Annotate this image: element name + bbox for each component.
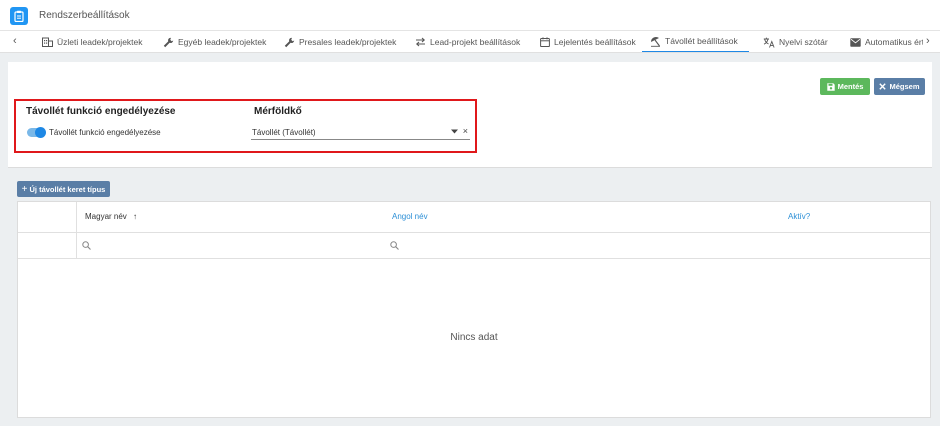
tab-label: Lejelentés beállítások xyxy=(554,37,636,47)
building-icon xyxy=(42,37,53,47)
tab-label: Automatikus ért xyxy=(865,37,923,47)
search-icon[interactable] xyxy=(82,241,91,250)
translate-icon xyxy=(763,37,775,48)
tab-uzleti-leadek[interactable]: Üzleti leadek/projektek xyxy=(34,31,151,52)
tab-lead-projekt-beallitasok[interactable]: Lead-projekt beállítások xyxy=(407,31,528,52)
clear-icon[interactable]: × xyxy=(463,126,468,136)
tab-scroll-left-icon[interactable]: ‹ xyxy=(13,35,17,47)
column-header-angol-nev[interactable]: Angol név xyxy=(392,212,428,221)
column-label: Magyar név xyxy=(85,212,127,221)
top-bar: Rendszerbeállítások xyxy=(0,0,940,31)
tab-list: Üzleti leadek/projektek Egyéb leadek/pro… xyxy=(30,31,923,52)
swap-icon xyxy=(415,37,426,47)
clipboard-icon xyxy=(10,7,28,25)
close-icon xyxy=(879,83,887,90)
floppy-icon xyxy=(826,82,835,91)
milestone-select[interactable]: Távollét (Távollét) × xyxy=(251,126,470,140)
beach-icon xyxy=(651,36,660,47)
add-button-label: Új távollét keret típus xyxy=(29,184,106,194)
feature-section-title: Távollét funkció engedélyezése xyxy=(26,106,176,117)
tab-automatikus-ertesites[interactable]: Automatikus ért xyxy=(842,31,923,52)
settings-panel: Mentés Mégsem Távollét funkció engedélye… xyxy=(8,62,932,168)
add-absence-type-button[interactable]: + Új távollét keret típus xyxy=(17,181,110,197)
page-title: Rendszerbeállítások xyxy=(39,10,130,21)
search-icon[interactable] xyxy=(390,241,399,250)
tab-tavollet-beallitasok[interactable]: Távollét beállítások xyxy=(642,31,749,52)
column-header-aktiv[interactable]: Aktív? xyxy=(788,212,810,221)
tab-label: Lead-projekt beállítások xyxy=(430,37,521,47)
milestone-select-value: Távollét (Távollét) xyxy=(252,128,316,137)
mail-icon xyxy=(850,37,861,47)
wrench-icon xyxy=(284,37,295,47)
plus-icon: + xyxy=(21,183,28,195)
empty-state-text: Nincs adat xyxy=(450,332,498,343)
tab-label: Távollét beállítások xyxy=(665,36,738,46)
tab-label: Egyéb leadek/projektek xyxy=(178,37,267,47)
save-label: Mentés xyxy=(837,82,864,91)
grid-filter-row xyxy=(18,233,930,259)
tab-label: Presales leadek/projektek xyxy=(299,37,397,47)
dropdown-arrow-icon[interactable] xyxy=(451,129,458,134)
cancel-button[interactable]: Mégsem xyxy=(874,78,925,95)
data-grid: Magyar név ↑ Angol név Aktív? Nincs adat xyxy=(17,201,931,418)
toggle-knob xyxy=(35,127,46,138)
milestone-section-title: Mérföldkő xyxy=(254,106,302,117)
tab-nyelvi-szotar[interactable]: Nyelvi szótár xyxy=(755,31,836,52)
column-divider xyxy=(76,202,77,259)
tab-bar: ‹ Üzleti leadek/projektek Egyéb leadek/p… xyxy=(0,31,940,53)
tab-egyeb-leadek[interactable]: Egyéb leadek/projektek xyxy=(155,31,274,52)
tab-lejelentes-beallitasok[interactable]: Lejelentés beállítások xyxy=(532,31,644,52)
sort-asc-icon: ↑ xyxy=(133,212,138,221)
save-button[interactable]: Mentés xyxy=(820,78,870,95)
tab-scroll-right-icon[interactable]: › xyxy=(926,35,930,47)
feature-toggle[interactable] xyxy=(27,127,46,138)
tab-presales-leadek[interactable]: Presales leadek/projektek xyxy=(276,31,404,52)
tab-label: Üzleti leadek/projektek xyxy=(57,37,143,47)
calendar-icon xyxy=(540,37,550,47)
cancel-label: Mégsem xyxy=(889,82,920,91)
settings-highlight: Távollét funkció engedélyezése Mérföldkő… xyxy=(14,99,477,153)
toggle-label: Távollét funkció engedélyezése xyxy=(49,128,161,137)
tab-label: Nyelvi szótár xyxy=(779,37,828,47)
grid-header: Magyar név ↑ Angol név Aktív? xyxy=(18,202,930,233)
wrench-icon xyxy=(163,37,174,47)
column-header-magyar-nev[interactable]: Magyar név ↑ xyxy=(85,212,137,221)
